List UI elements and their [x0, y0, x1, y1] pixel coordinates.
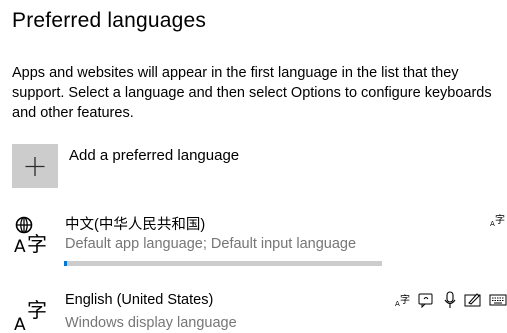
language-status: Windows display language	[65, 315, 237, 331]
svg-text:A: A	[14, 237, 26, 255]
language-feature-icons: A 字	[395, 291, 507, 309]
plus-icon	[25, 157, 45, 176]
language-name[interactable]: 中文(中华人民共和国)	[65, 213, 205, 234]
svg-text:A: A	[14, 315, 26, 333]
language-name[interactable]: English (United States)	[65, 292, 213, 308]
svg-text:字: 字	[495, 213, 505, 226]
speech-icon	[418, 293, 433, 308]
page-description: Apps and websites will appear in the fir…	[12, 65, 492, 121]
page-title: Preferred languages	[12, 9, 207, 32]
language-icon: A 字	[14, 298, 47, 333]
add-language-label[interactable]: Add a preferred language	[69, 147, 239, 164]
microphone-icon	[444, 291, 456, 308]
svg-text:字: 字	[27, 298, 47, 322]
progress-fill	[64, 261, 67, 266]
display-language-icon: A 字	[395, 293, 410, 308]
handwriting-icon	[464, 293, 481, 307]
add-language-button[interactable]	[12, 144, 58, 188]
language-status: Default app language; Default input lang…	[65, 236, 357, 252]
svg-text:字: 字	[400, 293, 410, 306]
display-language-icon: A 字	[490, 213, 505, 228]
language-download-progress	[64, 261, 382, 266]
svg-text:字: 字	[27, 232, 47, 255]
language-globe-icon: A 字	[14, 216, 47, 255]
keyboard-icon	[489, 294, 507, 306]
